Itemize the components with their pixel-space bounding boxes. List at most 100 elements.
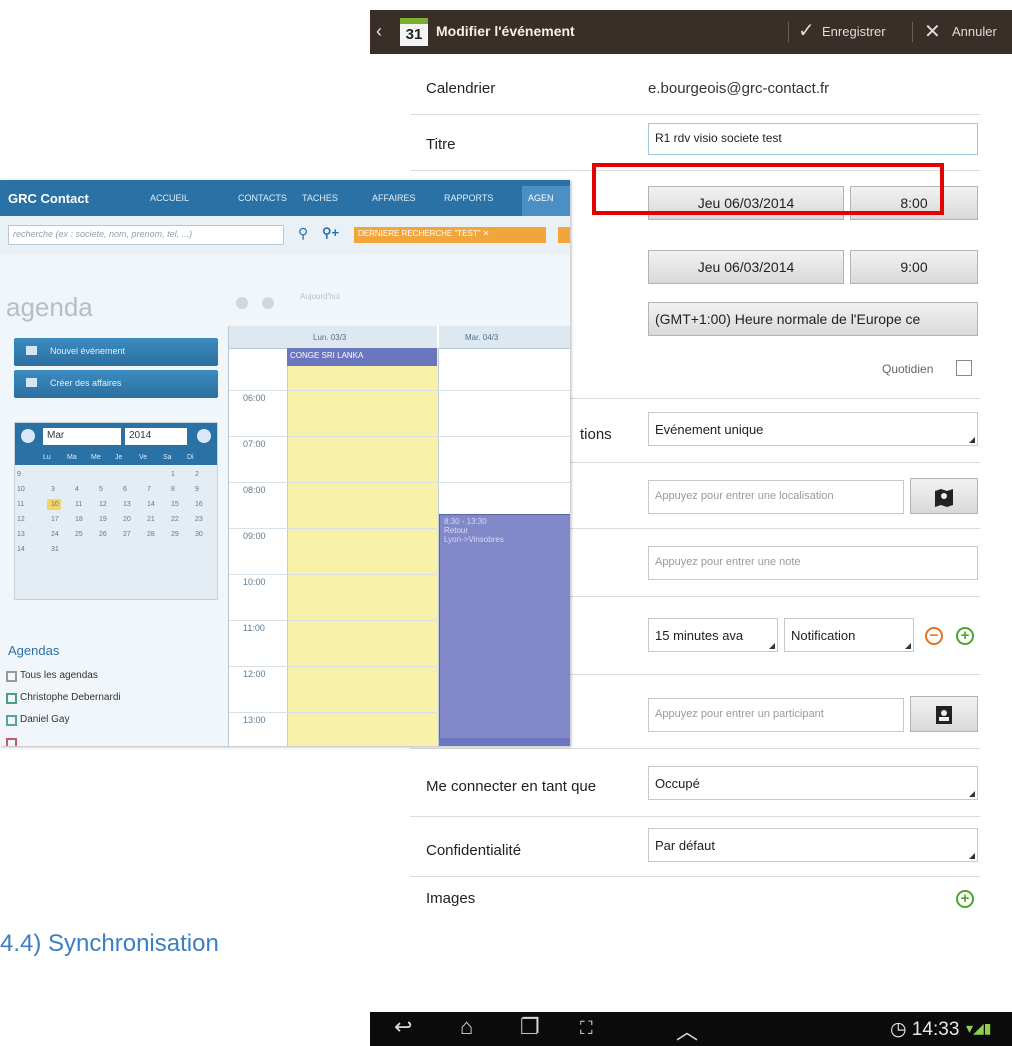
day-cell[interactable]: 30 (195, 531, 203, 538)
agenda-checkbox[interactable] (6, 671, 17, 682)
search-input[interactable]: recherche (ex : societe, nom, prenom, te… (8, 225, 284, 245)
agenda-item[interactable]: Tous les agendas (6, 670, 98, 682)
timezone-button[interactable]: (GMT+1:00) Heure normale de l'Europe ce (648, 302, 978, 336)
show-as-spinner[interactable]: Occupé (648, 766, 978, 800)
day-column[interactable] (287, 348, 439, 746)
allday-event[interactable]: CONGE SRI LANKA (287, 348, 437, 366)
day-cell[interactable]: 16 (195, 501, 203, 508)
clock-time: 14:33 (911, 1019, 960, 1040)
location-input[interactable]: Appuyez pour entrer une localisation (648, 480, 904, 514)
cancel-button[interactable]: Annuler (952, 24, 997, 39)
grc-logo[interactable]: GRC Contact (8, 191, 89, 206)
last-search-pill[interactable]: DERNIERE RECHERCHE "TEST" ✕ (354, 227, 546, 243)
remove-reminder-icon[interactable]: − (925, 627, 943, 645)
search-icon[interactable]: ⚲ (298, 225, 308, 242)
month-select[interactable]: Mar (43, 428, 121, 445)
nav-item-taches[interactable]: TACHES (302, 193, 338, 203)
contact-picker-button[interactable] (910, 696, 978, 732)
prev-month-icon[interactable] (21, 429, 35, 443)
day-cell[interactable]: 19 (99, 516, 107, 523)
day-cell[interactable]: 7 (147, 486, 151, 493)
close-icon[interactable]: ✕ (924, 19, 941, 44)
day-cell[interactable]: 20 (123, 516, 131, 523)
day-cell[interactable]: 2 (195, 471, 199, 478)
day-cell[interactable]: 6 (123, 486, 127, 493)
day-cell[interactable]: 15 (171, 501, 179, 508)
day-cell[interactable]: 4 (75, 486, 79, 493)
reminder-time-spinner[interactable]: 15 minutes ava (648, 618, 778, 652)
reminder-type-spinner[interactable]: Notification (784, 618, 914, 652)
end-date-button[interactable]: Jeu 06/03/2014 (648, 250, 844, 284)
nav-item-rapports[interactable]: RAPPORTS (444, 193, 493, 203)
day-cell[interactable]: 31 (51, 546, 59, 553)
agenda-item[interactable]: Daniel Gay (6, 714, 69, 726)
agenda-checkbox[interactable] (6, 715, 17, 726)
home-icon[interactable]: ⌂ (460, 1014, 473, 1040)
map-button[interactable] (910, 478, 978, 514)
create-deals-button[interactable]: Créer des affaires (14, 370, 218, 398)
weekday: Di (187, 454, 194, 461)
calendar-event[interactable]: 8:30 - 13:30 Retour Lyon->Vinsobres (439, 514, 570, 746)
day-cell[interactable]: 17 (51, 516, 59, 523)
checkmark-icon[interactable]: ✓ (798, 18, 815, 43)
column-header[interactable]: Lun. 03/3 (287, 326, 437, 349)
day-cell[interactable]: 21 (147, 516, 155, 523)
day-cell[interactable]: 26 (99, 531, 107, 538)
day-cell[interactable]: 23 (195, 516, 203, 523)
privacy-spinner[interactable]: Par défaut (648, 828, 978, 862)
day-cell[interactable]: 13 (123, 501, 131, 508)
day-cell[interactable]: 11 (75, 501, 82, 508)
hour-label: 11:00 (243, 623, 265, 633)
add-reminder-icon[interactable]: + (956, 627, 974, 645)
next-icon[interactable] (262, 297, 274, 309)
back-nav-icon[interactable]: ↩ (394, 1014, 412, 1040)
nav-item-affaires[interactable]: AFFAIRES (372, 193, 416, 203)
nav-item-contacts[interactable]: CONTACTS (238, 193, 287, 203)
participant-input[interactable]: Appuyez pour entrer un participant (648, 698, 904, 732)
day-cell[interactable]: 8 (171, 486, 175, 493)
dropdown-icon (769, 643, 775, 649)
day-cell[interactable]: 10 (51, 501, 59, 508)
screenshot-icon[interactable]: ⛶ (580, 1018, 593, 1039)
day-cell[interactable]: 14 (147, 501, 155, 508)
calendar-event[interactable] (439, 738, 570, 746)
dropdown-icon (905, 643, 911, 649)
save-button[interactable]: Enregistrer (822, 24, 886, 39)
day-cell[interactable]: 9 (195, 486, 199, 493)
day-cell[interactable]: 22 (171, 516, 179, 523)
day-cell[interactable]: 12 (99, 501, 107, 508)
title-input[interactable]: R1 rdv visio societe test (648, 123, 978, 155)
day-cell[interactable]: 5 (99, 486, 103, 493)
next-month-icon[interactable] (197, 429, 211, 443)
add-contact-icon[interactable]: ⚲+ (322, 225, 339, 241)
day-cell[interactable]: 25 (75, 531, 83, 538)
recent-apps-icon[interactable]: ❐ (520, 1014, 540, 1040)
prev-icon[interactable] (236, 297, 248, 309)
agenda-checkbox[interactable] (6, 738, 17, 746)
day-cell[interactable]: 18 (75, 516, 83, 523)
back-icon[interactable]: ‹ (376, 21, 382, 42)
today-button[interactable]: Aujourd'hui (300, 292, 340, 301)
repeat-spinner[interactable]: Evénement unique (648, 412, 978, 446)
end-time-button[interactable]: 9:00 (850, 250, 978, 284)
chevron-up-icon[interactable]: ︿ (676, 1014, 698, 1046)
column-header[interactable]: Mar. 04/3 (439, 326, 570, 349)
day-cell[interactable]: 24 (51, 531, 59, 538)
day-cell[interactable]: 28 (147, 531, 155, 538)
daily-checkbox[interactable] (956, 360, 972, 376)
calendar-value[interactable]: e.bourgeois@grc-contact.fr (648, 80, 829, 97)
day-cell[interactable]: 29 (171, 531, 179, 538)
hour-label: 09:00 (243, 531, 266, 541)
new-event-button[interactable]: Nouvel événement (14, 338, 218, 366)
day-cell[interactable]: 1 (171, 471, 175, 478)
nav-item-agenda[interactable]: AGEN (522, 186, 570, 216)
day-cell[interactable]: 3 (51, 486, 55, 493)
hour-label: 08:00 (243, 485, 266, 495)
nav-item-accueil[interactable]: ACCUEIL (150, 193, 189, 203)
day-cell[interactable]: 27 (123, 531, 131, 538)
note-input[interactable]: Appuyez pour entrer une note (648, 546, 978, 580)
agenda-checkbox[interactable] (6, 693, 17, 704)
add-image-icon[interactable]: + (956, 890, 974, 908)
year-select[interactable]: 2014 (125, 428, 187, 445)
agenda-item[interactable]: Christophe Debernardi (6, 692, 121, 704)
